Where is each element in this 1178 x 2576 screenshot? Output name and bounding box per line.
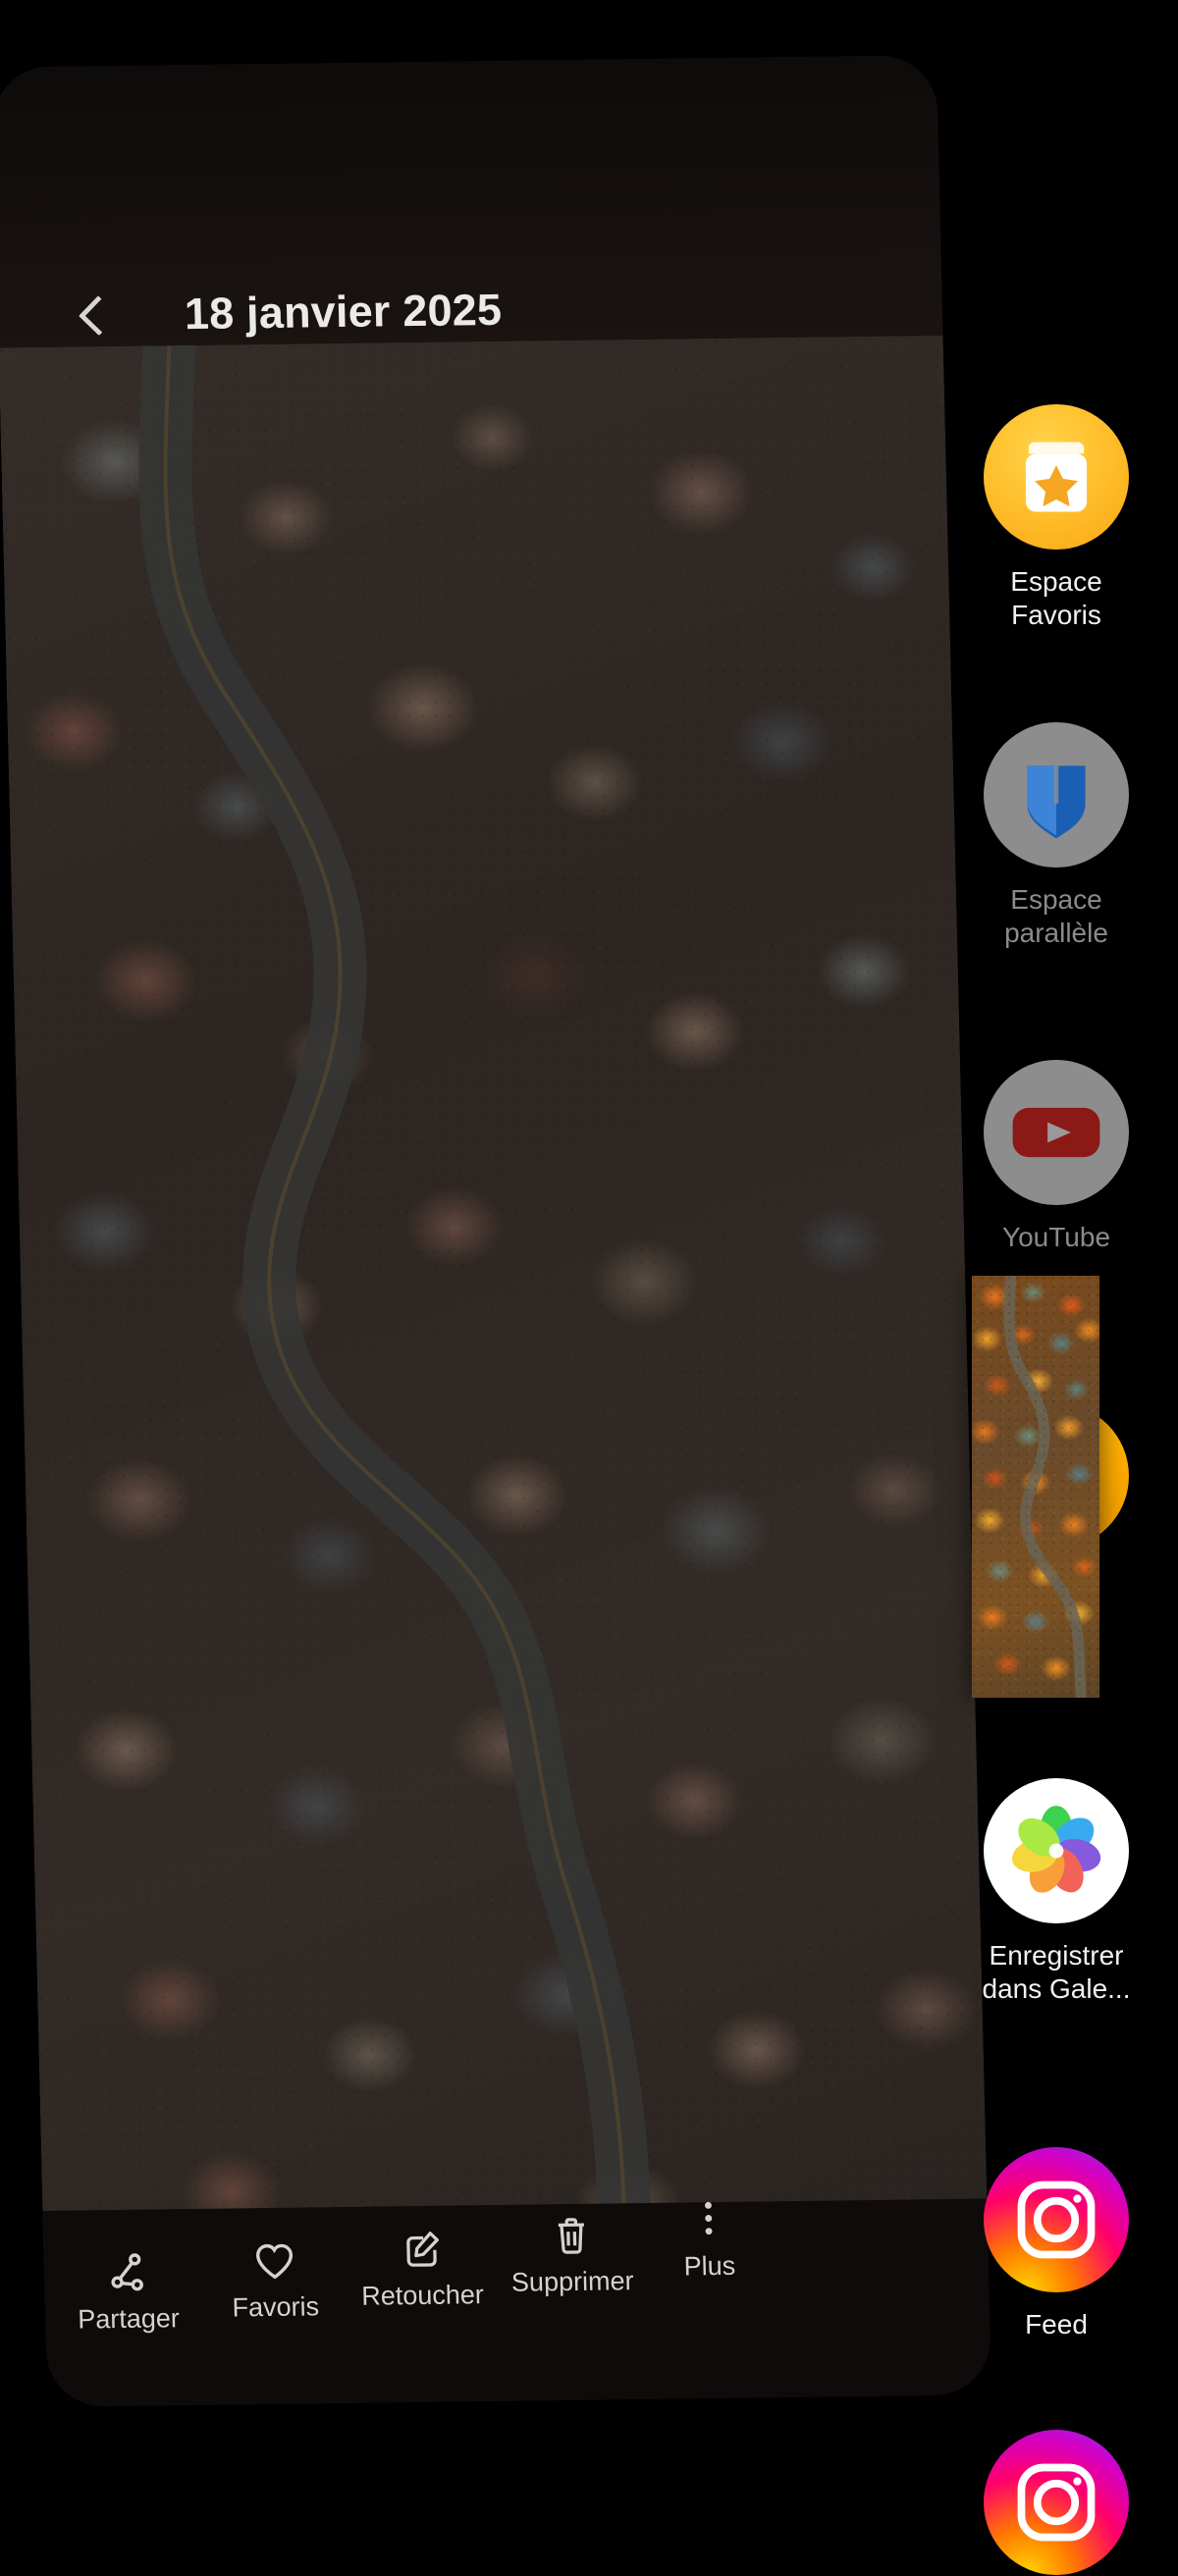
gallery-pinwheel-icon bbox=[984, 1778, 1129, 1923]
more-button[interactable]: Plus bbox=[624, 2193, 793, 2283]
viewer-bottom-toolbar: Partager Favoris Retoucher Supprimer Plu… bbox=[42, 2198, 992, 2407]
share-item-label: Espace Favoris bbox=[1010, 566, 1102, 630]
dragged-photo-texture bbox=[972, 1276, 1099, 1698]
instagram-icon bbox=[984, 2430, 1129, 2575]
phone-screen: 18 janvier 2025 22:08 bbox=[0, 55, 992, 2407]
parallel-space-shield-icon bbox=[984, 722, 1129, 867]
photo-viewport[interactable] bbox=[0, 335, 989, 2272]
share-item-label: YouTube bbox=[1001, 1222, 1111, 1252]
page-title: 18 janvier 2025 bbox=[184, 284, 503, 340]
share-item-youtube[interactable]: YouTube bbox=[950, 1060, 1162, 1254]
instagram-icon bbox=[984, 2147, 1129, 2292]
share-item-feed[interactable]: Feed bbox=[950, 2147, 1162, 2341]
youtube-play-icon bbox=[984, 1060, 1129, 1205]
favorites-jar-star-icon bbox=[984, 404, 1129, 550]
share-item-enregistrer-dans-galerie[interactable]: Enregistrer dans Gale... bbox=[950, 1778, 1162, 2006]
share-item-label: Feed bbox=[1025, 2309, 1088, 2339]
screen-root: 18 janvier 2025 22:08 bbox=[0, 0, 1178, 2576]
share-item-instagram-secondary[interactable] bbox=[950, 2430, 1162, 2576]
share-item-espace-favoris[interactable]: Espace Favoris bbox=[950, 404, 1162, 632]
phone-device-frame: 18 janvier 2025 22:08 bbox=[0, 55, 992, 2407]
share-item-label: Enregistrer dans Gale... bbox=[982, 1940, 1131, 2004]
share-sheet-dim-overlay bbox=[0, 335, 989, 2272]
share-item-label: Espace parallèle bbox=[1004, 884, 1108, 948]
more-vertical-dots-icon bbox=[624, 2193, 792, 2246]
dragged-photo-thumbnail[interactable] bbox=[972, 1276, 1099, 1698]
more-button-label: Plus bbox=[683, 2250, 736, 2282]
share-item-espace-parallele[interactable]: Espace parallèle bbox=[950, 722, 1162, 950]
photo-image bbox=[0, 335, 989, 2272]
chevron-left-icon[interactable] bbox=[72, 297, 116, 342]
